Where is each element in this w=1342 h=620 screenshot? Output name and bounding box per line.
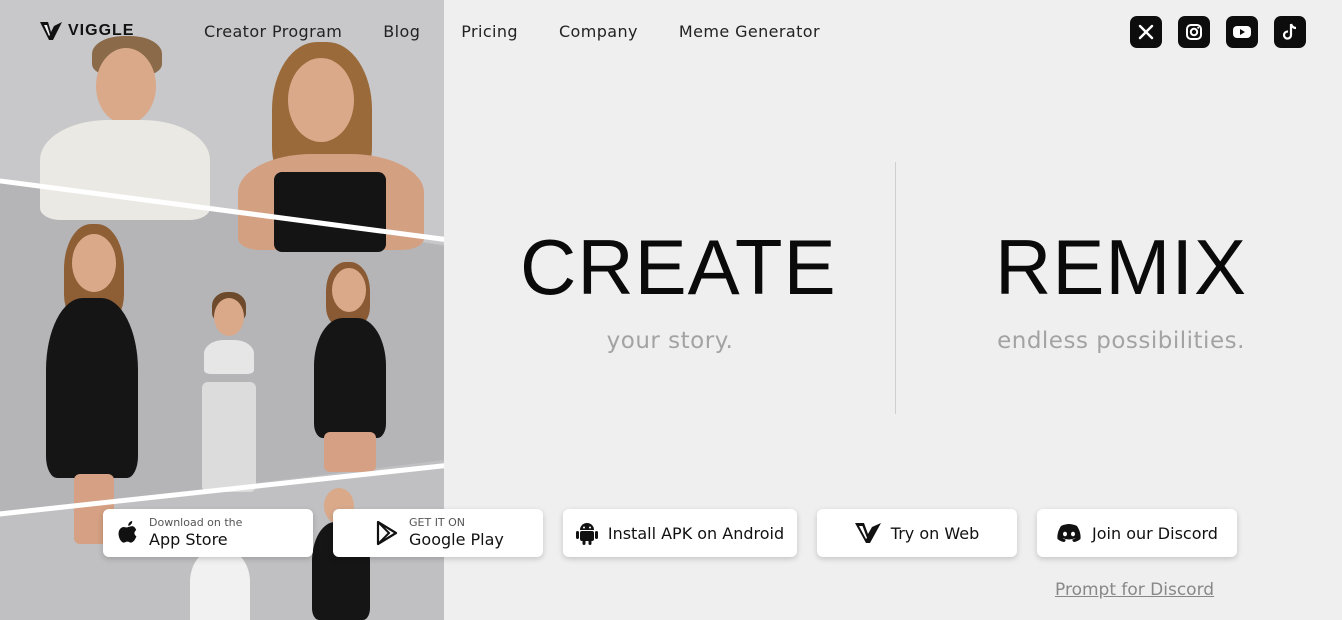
discord-icon bbox=[1057, 524, 1081, 542]
app-store-label: App Store bbox=[149, 530, 228, 550]
hero-remix-title: REMIX bbox=[994, 223, 1248, 311]
instagram-link[interactable] bbox=[1178, 16, 1210, 48]
viggle-logo-icon bbox=[854, 523, 881, 543]
x-link[interactable] bbox=[1130, 16, 1162, 48]
logo-text: VIGGLE bbox=[68, 22, 135, 39]
hero-create: CREATE your story. bbox=[520, 223, 837, 354]
person-woman-left bbox=[16, 224, 166, 544]
google-play-button[interactable]: GET IT ON Google Play bbox=[333, 509, 543, 557]
hero-create-title: CREATE bbox=[520, 223, 837, 311]
main-nav: Creator Program Blog Pricing Company Mem… bbox=[204, 22, 861, 41]
viggle-logo[interactable]: VIGGLE bbox=[40, 22, 134, 40]
install-apk-button[interactable]: Install APK on Android bbox=[563, 509, 797, 557]
social-links bbox=[1130, 16, 1306, 48]
youtube-link[interactable] bbox=[1226, 16, 1258, 48]
android-icon bbox=[575, 523, 598, 545]
person-woman-top bbox=[238, 42, 424, 252]
x-icon bbox=[1138, 24, 1154, 40]
hero-remix: REMIX endless possibilities. bbox=[990, 228, 1252, 354]
nav-meme-generator[interactable]: Meme Generator bbox=[679, 22, 820, 41]
google-play-label: Google Play bbox=[409, 530, 504, 550]
prompt-for-discord-link[interactable]: Prompt for Discord bbox=[1055, 580, 1214, 600]
apple-icon bbox=[118, 521, 137, 543]
nav-blog[interactable]: Blog bbox=[383, 22, 420, 41]
tiktok-icon bbox=[1282, 23, 1297, 40]
hero-remix-subtitle: endless possibilities. bbox=[997, 328, 1245, 354]
tiktok-link[interactable] bbox=[1274, 16, 1306, 48]
try-on-web-label: Try on Web bbox=[890, 523, 980, 543]
nav-company[interactable]: Company bbox=[559, 22, 638, 41]
google-play-icon bbox=[376, 520, 398, 546]
nav-pricing[interactable]: Pricing bbox=[461, 22, 518, 41]
google-play-small-text: GET IT ON bbox=[409, 516, 466, 530]
join-discord-button[interactable]: Join our Discord bbox=[1037, 509, 1237, 557]
viggle-logo-icon bbox=[40, 22, 62, 40]
person-woman-right bbox=[300, 262, 400, 472]
youtube-icon bbox=[1233, 26, 1251, 38]
hero-create-subtitle: your story. bbox=[606, 328, 734, 354]
join-discord-label: Join our Discord bbox=[1092, 523, 1218, 543]
person-woman-center bbox=[186, 292, 272, 492]
hero-divider bbox=[895, 162, 896, 414]
instagram-icon bbox=[1186, 24, 1202, 40]
app-store-small-text: Download on the bbox=[149, 516, 243, 530]
app-store-button[interactable]: Download on the App Store bbox=[103, 509, 313, 557]
try-on-web-button[interactable]: Try on Web bbox=[817, 509, 1017, 557]
nav-creator-program[interactable]: Creator Program bbox=[204, 22, 342, 41]
install-apk-label: Install APK on Android bbox=[607, 523, 785, 543]
